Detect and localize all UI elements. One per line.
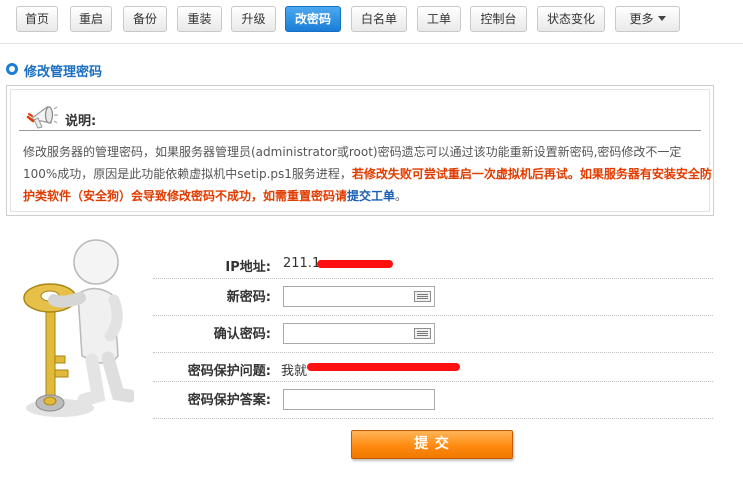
ip-label: IP地址: <box>225 260 271 275</box>
ip-value: 211.1 <box>283 256 321 271</box>
status-change-button[interactable]: 状态变化 <box>537 6 605 32</box>
ticket-button[interactable]: 工单 <box>417 6 461 32</box>
new-password-field[interactable] <box>283 286 435 307</box>
form-row-divider <box>153 278 713 280</box>
security-question-label: 密码保护问题: <box>187 364 271 379</box>
form-row-divider <box>153 352 713 354</box>
notice-divider <box>19 130 701 131</box>
security-answer-field[interactable] <box>283 389 435 410</box>
notice-text-end: 。 <box>395 189 408 203</box>
form-row-divider <box>153 315 713 317</box>
home-button[interactable]: 首页 <box>16 6 58 32</box>
new-password-label: 新密码: <box>226 290 271 305</box>
restart-button[interactable]: 重启 <box>70 6 112 32</box>
confirm-password-field[interactable] <box>283 323 435 344</box>
submit-ticket-link[interactable]: 提交工单 <box>347 189 395 203</box>
keyboard-icon[interactable] <box>414 291 431 302</box>
form-row-divider <box>153 381 713 383</box>
more-label: 更多 <box>629 12 654 26</box>
security-question-value: 我就 <box>281 364 308 379</box>
section-title: 修改管理密码 <box>24 65 103 80</box>
security-answer-label: 密码保护答案: <box>187 393 271 408</box>
reinstall-button[interactable]: 重装 <box>177 6 222 32</box>
section-bullet-icon <box>6 63 18 75</box>
notice-text: 修改服务器的管理密码，如果服务器管理员(administrator或root)密… <box>23 141 713 207</box>
backup-button[interactable]: 备份 <box>123 6 167 32</box>
upgrade-button[interactable]: 升级 <box>231 6 276 32</box>
console-button[interactable]: 控制台 <box>470 6 527 32</box>
chevron-down-icon <box>657 16 666 21</box>
more-dropdown-button[interactable]: 更多 <box>615 6 680 32</box>
change-password-button[interactable]: 改密码 <box>285 6 341 32</box>
form-row-divider <box>153 418 713 420</box>
notice-box: 说明: 修改服务器的管理密码，如果服务器管理员(administrator或ro… <box>6 85 714 216</box>
whitelist-button[interactable]: 白名单 <box>351 6 407 32</box>
toolbar-divider <box>0 43 743 44</box>
action-toolbar: 首页 重启 备份 重装 升级 改密码 白名单 工单 控制台 状态变化 更多 <box>0 0 743 44</box>
notice-heading: 说明: <box>65 114 97 129</box>
submit-button[interactable]: 提 交 <box>351 430 513 459</box>
announcement-icon <box>26 105 58 129</box>
ip-redaction-mark <box>317 260 393 268</box>
confirm-password-label: 确认密码: <box>213 327 271 342</box>
notice-box-inner: 说明: 修改服务器的管理密码，如果服务器管理员(administrator或ro… <box>10 89 713 212</box>
question-redaction-mark <box>307 363 460 371</box>
keyboard-icon[interactable] <box>414 328 431 339</box>
